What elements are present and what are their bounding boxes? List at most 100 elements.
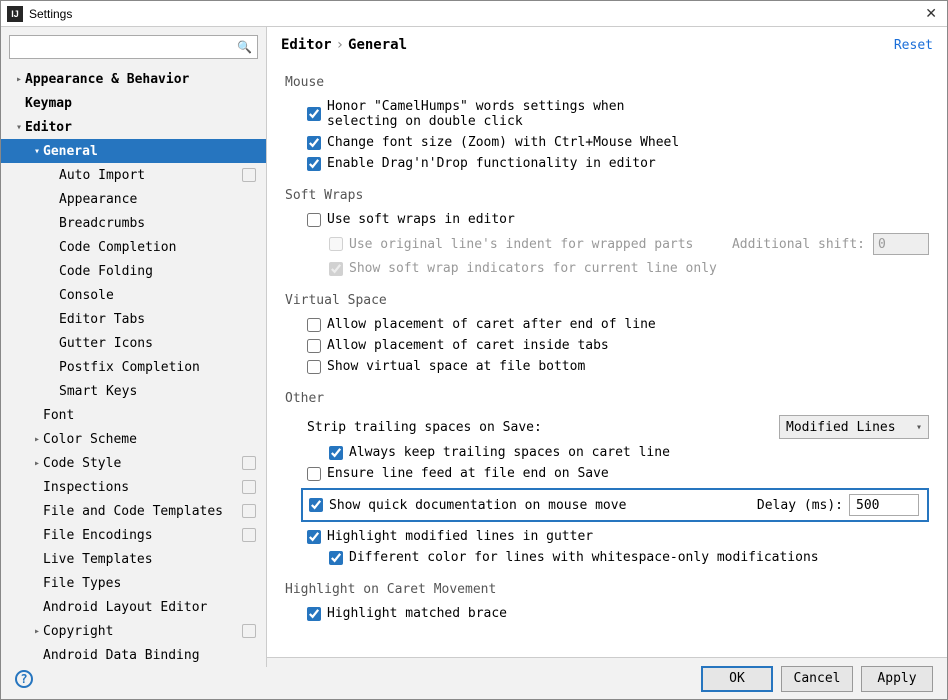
apply-button[interactable]: Apply <box>861 666 933 692</box>
tree-font[interactable]: ▸Font <box>1 403 266 427</box>
lbl-camelhumps: Honor "CamelHumps" words settings when s… <box>327 99 687 129</box>
tree-label: Inspections <box>43 480 129 495</box>
tree-label: Appearance & Behavior <box>25 72 189 87</box>
tree-gutter-icons[interactable]: Gutter Icons <box>1 331 266 355</box>
chk-softwrap[interactable] <box>307 213 321 227</box>
tree-label: Code Style <box>43 456 121 471</box>
chk-quick-doc[interactable] <box>309 498 323 512</box>
breadcrumb-sep: › <box>336 37 344 53</box>
tree-label: Android Layout Editor <box>43 600 207 615</box>
help-icon[interactable]: ? <box>15 670 33 688</box>
search-input[interactable] <box>9 35 258 59</box>
close-icon[interactable]: ✕ <box>921 5 941 22</box>
tree-postfix-completion[interactable]: Postfix Completion <box>1 355 266 379</box>
tree-label: Keymap <box>25 96 72 111</box>
tree-android-data-binding[interactable]: ▸Android Data Binding <box>1 643 266 667</box>
section-softwraps: Soft Wraps <box>285 188 929 203</box>
tree-appearance-sub[interactable]: Appearance <box>1 187 266 211</box>
select-strip[interactable]: Modified Lines ▾ <box>779 415 929 439</box>
lbl-orig-indent: Use original line's indent for wrapped p… <box>349 237 693 252</box>
tree-label: Auto Import <box>59 168 145 183</box>
tree-label: File and Code Templates <box>43 504 223 519</box>
tree-keymap[interactable]: ▸Keymap <box>1 91 266 115</box>
lbl-dnd: Enable Drag'n'Drop functionality in edit… <box>327 156 656 171</box>
breadcrumb-editor[interactable]: Editor <box>281 37 332 53</box>
lbl-delay: Delay (ms): <box>757 498 843 513</box>
tree-file-encodings[interactable]: ▸File Encodings <box>1 523 266 547</box>
tree-appearance-behavior[interactable]: ▸Appearance & Behavior <box>1 67 266 91</box>
tree-file-code-templates[interactable]: ▸File and Code Templates <box>1 499 266 523</box>
tree-label: Color Scheme <box>43 432 137 447</box>
project-badge-icon <box>242 528 256 542</box>
chk-inside-tabs[interactable] <box>307 339 321 353</box>
tree-label: File Types <box>43 576 121 591</box>
chk-at-bottom[interactable] <box>307 360 321 374</box>
chk-camelhumps[interactable] <box>307 107 321 121</box>
tree-label: Editor <box>25 120 72 135</box>
tree-color-scheme[interactable]: ▸Color Scheme <box>1 427 266 451</box>
lbl-diff-ws: Different color for lines with whitespac… <box>349 550 819 565</box>
settings-tree[interactable]: ▸Appearance & Behavior ▸Keymap ▾Editor ▾… <box>1 63 266 667</box>
chk-highlight-modified[interactable] <box>307 530 321 544</box>
tree-android-layout-editor[interactable]: ▸Android Layout Editor <box>1 595 266 619</box>
tree-label: Smart Keys <box>59 384 137 399</box>
reset-link[interactable]: Reset <box>894 38 933 53</box>
project-badge-icon <box>242 624 256 638</box>
chk-zoom[interactable] <box>307 136 321 150</box>
chk-keep-caret[interactable] <box>329 446 343 460</box>
chk-after-eol[interactable] <box>307 318 321 332</box>
tree-code-folding[interactable]: Code Folding <box>1 259 266 283</box>
tree-label: Font <box>43 408 74 423</box>
tree-label: Live Templates <box>43 552 153 567</box>
project-badge-icon <box>242 456 256 470</box>
tree-label: Editor Tabs <box>59 312 145 327</box>
tree-file-types[interactable]: ▸File Types <box>1 571 266 595</box>
chk-diff-ws[interactable] <box>329 551 343 565</box>
chk-ensure-lf[interactable] <box>307 467 321 481</box>
tree-label: Copyright <box>43 624 113 639</box>
cancel-button[interactable]: Cancel <box>781 666 853 692</box>
titlebar: IJ Settings ✕ <box>1 1 947 27</box>
window-title: Settings <box>29 7 72 21</box>
tree-editor-tabs[interactable]: Editor Tabs <box>1 307 266 331</box>
tree-inspections[interactable]: ▸Inspections <box>1 475 266 499</box>
tree-label: Postfix Completion <box>59 360 200 375</box>
tree-live-templates[interactable]: ▸Live Templates <box>1 547 266 571</box>
chk-dnd[interactable] <box>307 157 321 171</box>
tree-label: Code Folding <box>59 264 153 279</box>
chevron-down-icon: ▾ <box>916 422 922 433</box>
tree-smart-keys[interactable]: Smart Keys <box>1 379 266 403</box>
section-highlight-caret: Highlight on Caret Movement <box>285 582 929 597</box>
input-delay[interactable] <box>849 494 919 516</box>
app-icon: IJ <box>7 6 23 22</box>
tree-breadcrumbs[interactable]: Breadcrumbs <box>1 211 266 235</box>
lbl-additional-shift: Additional shift: <box>732 237 865 252</box>
tree-code-style[interactable]: ▸Code Style <box>1 451 266 475</box>
tree-code-completion[interactable]: Code Completion <box>1 235 266 259</box>
chk-indicators <box>329 262 343 276</box>
section-virtualspace: Virtual Space <box>285 293 929 308</box>
tree-label: Breadcrumbs <box>59 216 145 231</box>
tree-editor[interactable]: ▾Editor <box>1 115 266 139</box>
tree-console[interactable]: Console <box>1 283 266 307</box>
lbl-inside-tabs: Allow placement of caret inside tabs <box>327 338 609 353</box>
lbl-matched-brace: Highlight matched brace <box>327 606 507 621</box>
lbl-highlight-modified: Highlight modified lines in gutter <box>327 529 593 544</box>
chk-matched-brace[interactable] <box>307 607 321 621</box>
project-badge-icon <box>242 168 256 182</box>
project-badge-icon <box>242 504 256 518</box>
lbl-zoom: Change font size (Zoom) with Ctrl+Mouse … <box>327 135 679 150</box>
search-icon: 🔍 <box>237 40 252 54</box>
project-badge-icon <box>242 480 256 494</box>
tree-label: General <box>43 144 98 159</box>
ok-button[interactable]: OK <box>701 666 773 692</box>
tree-label: File Encodings <box>43 528 153 543</box>
tree-copyright[interactable]: ▸Copyright <box>1 619 266 643</box>
section-mouse: Mouse <box>285 75 929 90</box>
select-strip-value: Modified Lines <box>786 420 896 435</box>
chk-orig-indent <box>329 237 343 251</box>
tree-auto-import[interactable]: Auto Import <box>1 163 266 187</box>
tree-general[interactable]: ▾General <box>1 139 266 163</box>
tree-label: Code Completion <box>59 240 176 255</box>
tree-label: Gutter Icons <box>59 336 153 351</box>
